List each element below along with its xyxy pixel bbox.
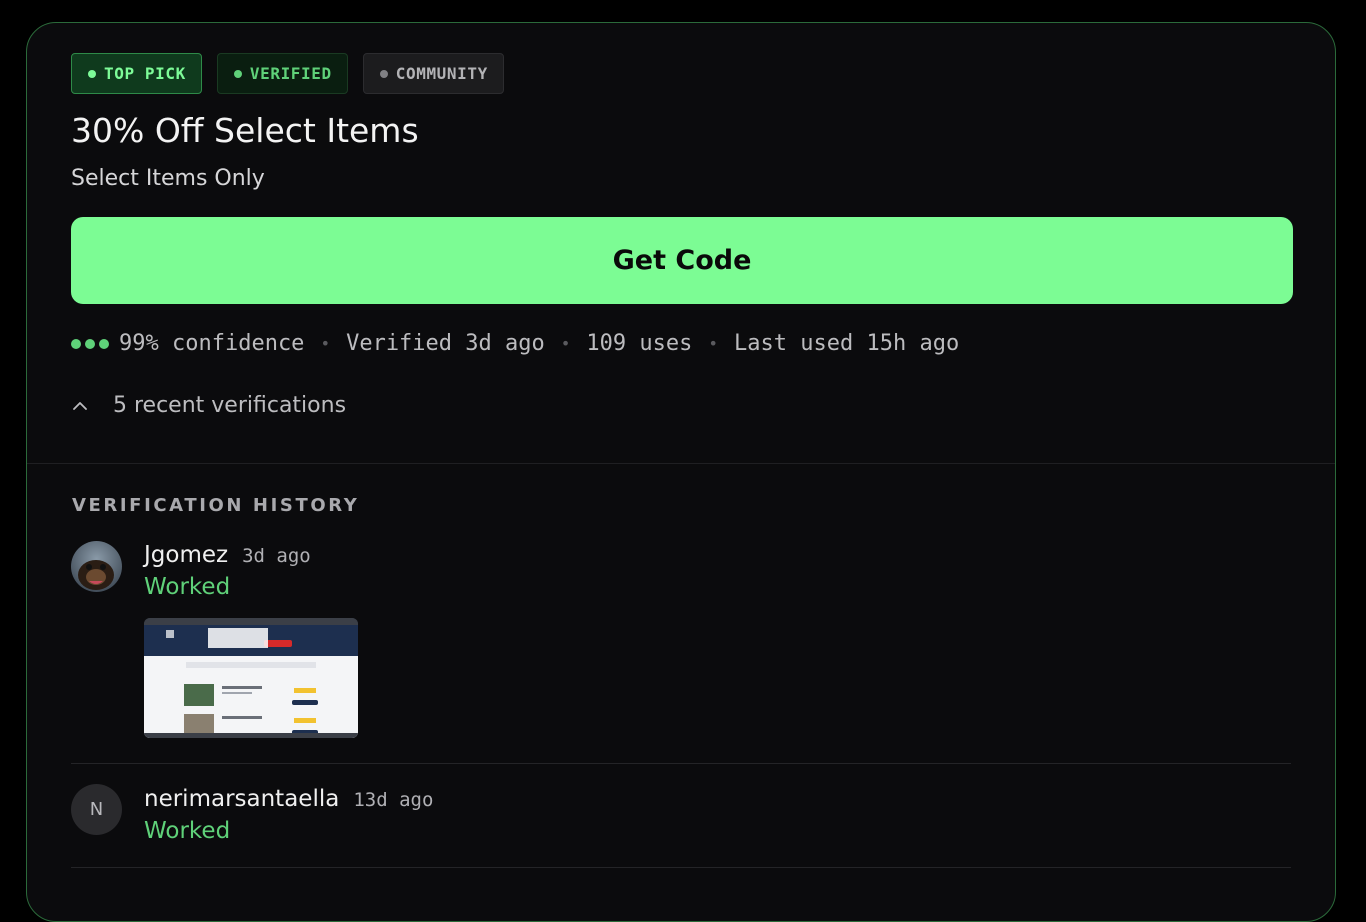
username: Jgomez [144,542,229,568]
offer-summary: TOP PICK VERIFIED COMMUNITY 30% Off Sele… [27,23,1335,464]
verifications-toggle[interactable]: 5 recent verifications [71,393,346,418]
entry-header: Jgomez 3d ago [144,542,311,568]
badge-row: TOP PICK VERIFIED COMMUNITY [71,53,504,94]
offer-subtitle: Select Items Only [71,166,265,191]
uses-stat: 109 uses [586,331,693,356]
status-dot-icon [233,69,242,78]
stat-separator: • [708,334,719,353]
timestamp: 3d ago [242,545,311,567]
status-dot-icon [379,69,388,78]
last-used-stat: Last used 15h ago [734,331,960,356]
entry-header: nerimarsantaella 13d ago [144,786,433,812]
timestamp: 13d ago [353,789,434,811]
verification-entry: N nerimarsantaella 13d ago Worked [71,763,1291,868]
community-label: COMMUNITY [395,64,488,83]
stat-separator: • [320,334,331,353]
get-code-button[interactable]: Get Code [71,217,1293,304]
stat-separator: • [560,334,571,353]
status-dot-icon [88,69,96,78]
verified-stat: Verified 3d ago [346,331,545,356]
top-pick-label: TOP PICK [104,64,186,83]
verified-label: VERIFIED [249,64,332,83]
confidence-stat: 99% confidence [119,331,305,356]
avatar [71,541,122,592]
status-worked: Worked [144,818,231,844]
username: nerimarsantaella [144,786,340,812]
chevron-up-icon [73,401,87,410]
top-pick-badge: TOP PICK [71,53,202,94]
offer-card: TOP PICK VERIFIED COMMUNITY 30% Off Sele… [26,22,1336,922]
community-badge: COMMUNITY [362,53,504,94]
offer-stats: 99% confidence • Verified 3d ago • 109 u… [71,331,959,356]
verification-screenshot-thumbnail[interactable] [144,618,358,738]
verified-badge: VERIFIED [216,53,348,94]
verification-entry: Jgomez 3d ago Worked [71,539,1291,764]
verifications-toggle-label: 5 recent verifications [113,393,347,418]
confidence-dots-icon [71,338,109,349]
offer-title: 30% Off Select Items [71,111,419,150]
avatar: N [71,784,122,835]
status-worked: Worked [144,574,231,600]
verification-history-heading: VERIFICATION HISTORY [72,495,360,516]
